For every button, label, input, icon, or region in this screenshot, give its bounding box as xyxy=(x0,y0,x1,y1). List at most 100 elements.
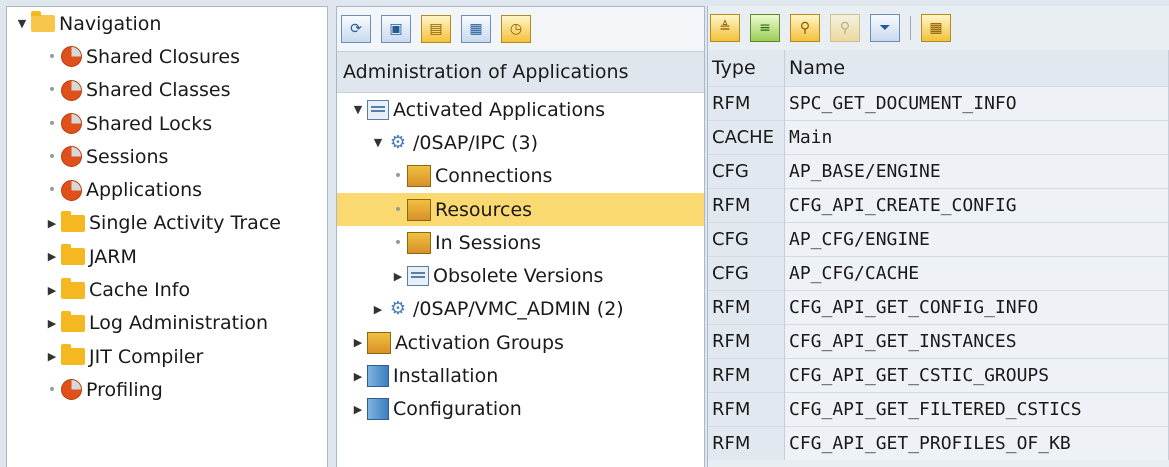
tree-node-label: Cache Info xyxy=(89,279,191,302)
list-icon xyxy=(367,99,389,120)
folder-icon xyxy=(61,344,85,366)
display-button[interactable]: ▣ xyxy=(381,15,411,43)
transport-button[interactable]: ▤ xyxy=(421,15,451,43)
tree-node-app-ipc[interactable]: ▼ ⚙ /0SAP/IPC (3) xyxy=(337,126,704,159)
column-header-name[interactable]: Name xyxy=(784,50,1169,87)
tree-node-single-activity-trace[interactable]: ▶ Single Activity Trace xyxy=(7,207,327,240)
tree-node-profiling[interactable]: • Profiling xyxy=(7,373,327,406)
table-row[interactable]: CFG AP_BASE/ENGINE xyxy=(708,154,1169,189)
table-row[interactable]: CFG AP_CFG/ENGINE xyxy=(708,222,1169,257)
tree-node-label: Single Activity Trace xyxy=(89,212,281,235)
tree-node-in-sessions[interactable]: • In Sessions xyxy=(337,226,704,259)
cell-type: RFM xyxy=(708,188,785,223)
history-button[interactable]: ◷ xyxy=(501,15,531,43)
tree-node-label: Shared Classes xyxy=(86,79,231,102)
cell-name: CFG_API_GET_INSTANCES xyxy=(784,324,1169,359)
tree-node-activation-groups[interactable]: ▶ Activation Groups xyxy=(337,326,704,359)
table-row[interactable]: RFM CFG_API_GET_FILTERED_CSTICS xyxy=(708,392,1169,427)
expand-arrow-icon[interactable]: ▶ xyxy=(351,336,365,349)
table-row[interactable]: RFM SPC_GET_DOCUMENT_INFO xyxy=(708,86,1169,121)
sessions-icon xyxy=(407,231,431,254)
cell-type: RFM xyxy=(708,358,785,393)
tree-node-label: Shared Locks xyxy=(86,112,213,135)
tree-node-label: Profiling xyxy=(86,378,163,401)
table-row[interactable]: RFM CFG_API_GET_INSTANCES xyxy=(708,324,1169,359)
expand-arrow-icon[interactable]: ▶ xyxy=(391,270,405,283)
tree-node-shared-closures[interactable]: • Shared Closures xyxy=(7,40,327,73)
expand-arrow-icon[interactable]: ▶ xyxy=(45,284,59,297)
cell-name: AP_CFG/CACHE xyxy=(784,256,1169,291)
tree-node-label: Navigation xyxy=(59,12,162,35)
cell-name: CFG_API_GET_PROFILES_OF_KB xyxy=(784,426,1169,460)
table-row[interactable]: CACHE Main xyxy=(708,120,1169,155)
table-header-row: Type Name xyxy=(708,50,1169,87)
table-row[interactable]: CFG AP_CFG/CACHE xyxy=(708,256,1169,291)
cell-type: RFM xyxy=(708,86,785,121)
tree-header: Administration of Applications xyxy=(337,52,704,93)
layout-button[interactable]: ▦ xyxy=(921,14,951,42)
pie-icon xyxy=(61,46,82,68)
expand-arrow-icon[interactable]: ▶ xyxy=(45,350,59,363)
sort-descending-button[interactable]: ≡ xyxy=(750,14,780,42)
tree-node-navigation[interactable]: ▼ Navigation xyxy=(7,7,327,40)
tree-node-resources[interactable]: • Resources xyxy=(337,192,704,227)
sort-ascending-button[interactable]: ≜ xyxy=(710,14,740,42)
sort-descending-icon: ≡ xyxy=(759,20,771,36)
expand-arrow-icon[interactable]: ▶ xyxy=(45,317,59,330)
table-row[interactable]: RFM CFG_API_GET_CSTIC_GROUPS xyxy=(708,358,1169,393)
tree-node-label: In Sessions xyxy=(435,231,542,254)
tree-node-cache-info[interactable]: ▶ Cache Info xyxy=(7,273,327,306)
binoculars-next-icon: ⚲ xyxy=(839,20,851,36)
pie-icon xyxy=(61,113,82,135)
tree-node-installation[interactable]: ▶ Installation xyxy=(337,359,704,392)
expand-arrow-icon[interactable]: ▶ xyxy=(45,250,59,263)
cell-name: AP_BASE/ENGINE xyxy=(784,154,1169,189)
tree-node-obsolete-versions[interactable]: ▶ Obsolete Versions xyxy=(337,259,704,292)
tree-node-connections[interactable]: • Connections xyxy=(337,160,704,193)
tree-node-log-administration[interactable]: ▶ Log Administration xyxy=(7,307,327,340)
cell-name: SPC_GET_DOCUMENT_INFO xyxy=(784,86,1169,121)
tree-node-jit-compiler[interactable]: ▶ JIT Compiler xyxy=(7,340,327,373)
table-row[interactable]: RFM CFG_API_CREATE_CONFIG xyxy=(708,188,1169,223)
groups-icon xyxy=(367,331,391,354)
tree-node-activated-applications[interactable]: ▼ Activated Applications xyxy=(337,93,704,126)
expand-arrow-icon[interactable]: ▼ xyxy=(371,136,385,149)
tree-node-applications[interactable]: • Applications xyxy=(7,173,327,206)
table-row[interactable]: RFM CFG_API_GET_CONFIG_INFO xyxy=(708,290,1169,325)
cell-name: CFG_API_CREATE_CONFIG xyxy=(784,188,1169,223)
find-next-button[interactable]: ⚲ xyxy=(830,14,860,42)
tree-node-sessions[interactable]: • Sessions xyxy=(7,140,327,173)
cell-type: CFG xyxy=(708,154,785,189)
cell-type: RFM xyxy=(708,392,785,427)
refresh-button[interactable]: ⟳ xyxy=(341,15,371,43)
expand-arrow-icon[interactable]: ▶ xyxy=(351,403,365,416)
binoculars-icon: ⚲ xyxy=(799,20,811,36)
application-admin-pane: ⟳ ▣ ▤ ▦ ◷ Administration of Applications… xyxy=(336,6,705,467)
export-icon: ▦ xyxy=(469,21,483,37)
folder-icon xyxy=(61,310,85,332)
pie-icon xyxy=(61,179,82,201)
export-button[interactable]: ▦ xyxy=(461,15,491,43)
toolbar-separator xyxy=(910,16,911,40)
tree-node-label: JIT Compiler xyxy=(89,345,204,368)
find-button[interactable]: ⚲ xyxy=(790,14,820,42)
tree-node-label: Applications xyxy=(86,179,203,202)
expand-arrow-icon[interactable]: ▶ xyxy=(45,217,59,230)
cell-type: CFG xyxy=(708,256,785,291)
expand-arrow-icon[interactable]: ▼ xyxy=(15,17,29,30)
tree-node-jarm[interactable]: ▶ JARM xyxy=(7,240,327,273)
folder-icon xyxy=(61,210,85,232)
tree-node-label: /0SAP/IPC (3) xyxy=(413,131,539,154)
pie-icon xyxy=(61,379,82,401)
tree-node-app-vmc-admin[interactable]: ▶ ⚙ /0SAP/VMC_ADMIN (2) xyxy=(337,293,704,326)
expand-arrow-icon[interactable]: ▶ xyxy=(371,303,385,316)
tree-node-shared-classes[interactable]: • Shared Classes xyxy=(7,74,327,107)
filter-button[interactable]: ⏷ xyxy=(870,14,900,42)
table-row[interactable]: RFM CFG_API_GET_PROFILES_OF_KB xyxy=(708,426,1169,460)
expand-arrow-icon[interactable]: ▶ xyxy=(351,370,365,383)
tree-node-configuration[interactable]: ▶ Configuration xyxy=(337,393,704,426)
column-header-type[interactable]: Type xyxy=(708,50,785,87)
cell-name: AP_CFG/ENGINE xyxy=(784,222,1169,257)
tree-node-shared-locks[interactable]: • Shared Locks xyxy=(7,107,327,140)
expand-arrow-icon[interactable]: ▼ xyxy=(351,103,365,116)
